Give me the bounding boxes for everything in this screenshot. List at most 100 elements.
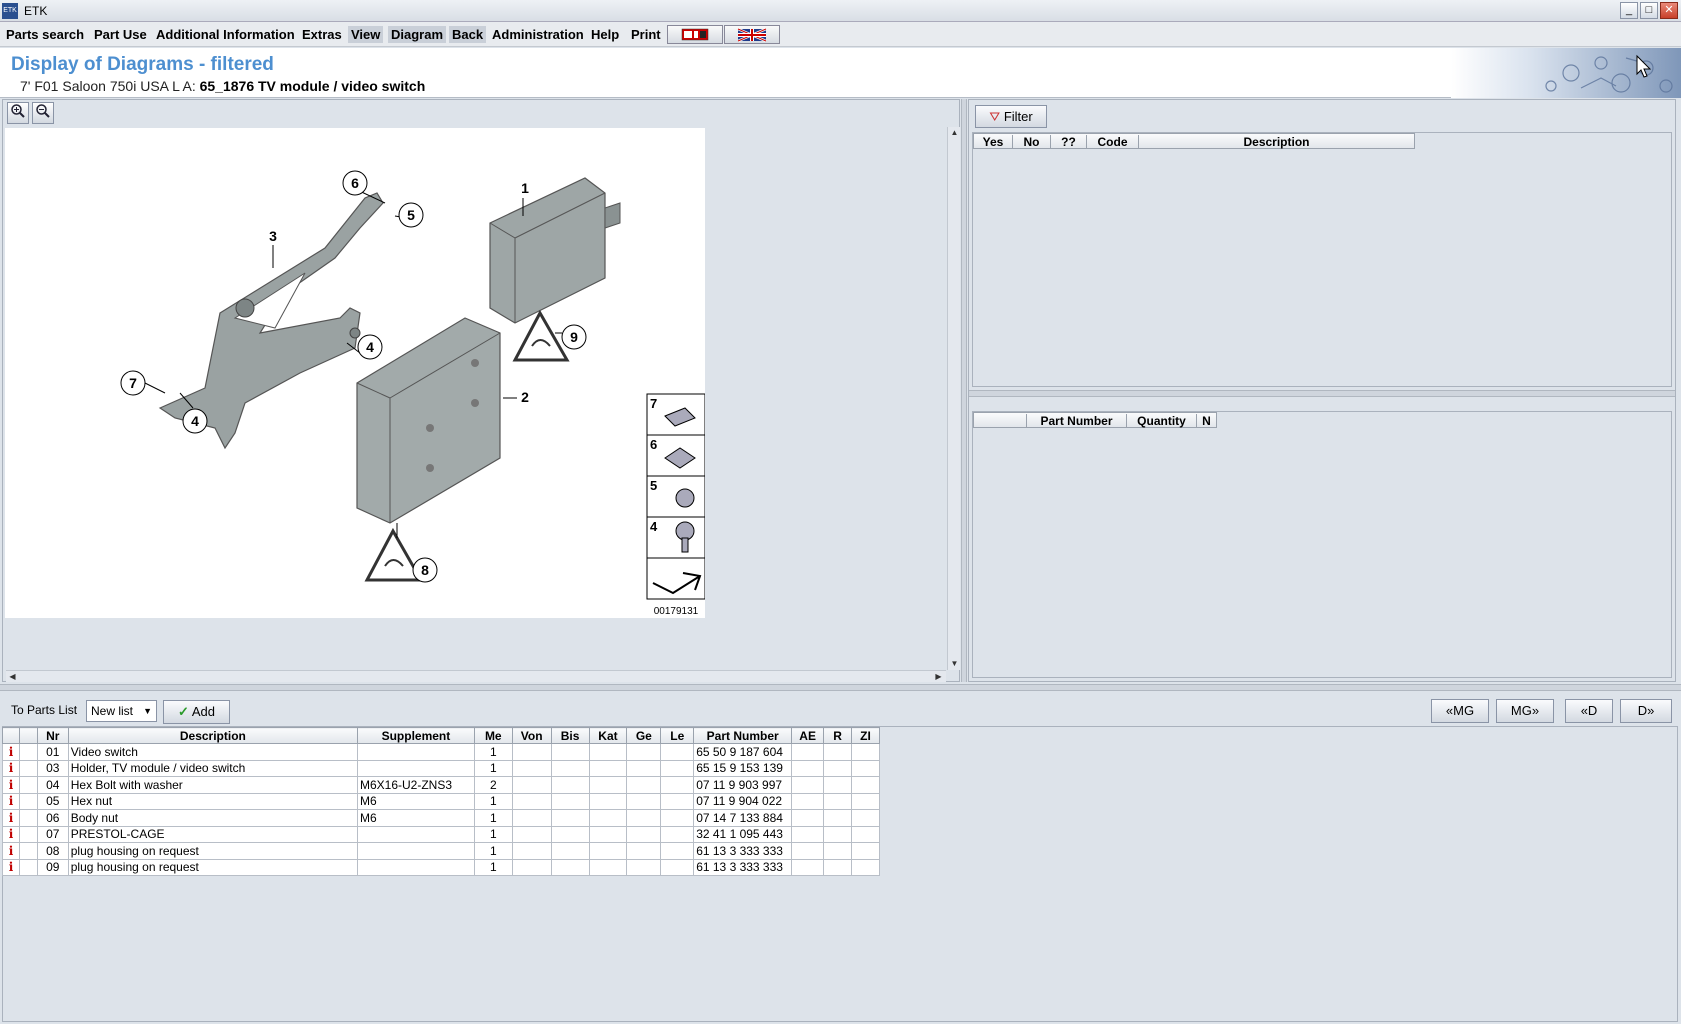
table-row[interactable]: i 01 Video switch 1 65 50 9 187 604 bbox=[2, 743, 881, 761]
ge-cell bbox=[626, 858, 662, 876]
diagram-vertical-scrollbar[interactable]: ▲ ▼ bbox=[947, 127, 960, 670]
col-code[interactable]: Code bbox=[1086, 135, 1138, 149]
minimize-button[interactable]: _ bbox=[1620, 2, 1638, 19]
info-icon[interactable]: i bbox=[2, 743, 20, 761]
col-me[interactable]: Me bbox=[473, 727, 513, 744]
vertical-splitter[interactable] bbox=[961, 99, 967, 682]
col-le[interactable]: Le bbox=[660, 727, 695, 744]
ae-cell bbox=[791, 809, 825, 827]
zoom-in-icon bbox=[11, 104, 25, 118]
col-zi[interactable]: ZI bbox=[850, 727, 881, 744]
callout-5: 5 bbox=[407, 207, 415, 223]
menu-back[interactable]: Back bbox=[449, 26, 487, 43]
menu-part-use[interactable]: Part Use bbox=[91, 26, 150, 43]
col-r[interactable]: R bbox=[823, 727, 852, 744]
row-select-cell[interactable] bbox=[18, 759, 38, 777]
info-icon[interactable]: i bbox=[2, 759, 20, 777]
next-main-group-button[interactable]: MG» bbox=[1496, 699, 1554, 723]
zi-cell bbox=[850, 842, 881, 860]
col-unknown[interactable]: ?? bbox=[1050, 135, 1086, 149]
table-row[interactable]: i 04 Hex Bolt with washer M6X16-U2-ZNS3 2 07 … bbox=[2, 776, 881, 794]
table-row[interactable]: i 07 PRESTOL-CAGE 1 32 41 1 095 443 bbox=[2, 825, 881, 843]
prev-main-group-button[interactable]: «MG bbox=[1431, 699, 1489, 723]
parts-diagram[interactable]: 1 2 3 4 4 5 6 7 8 9 7 6 5 4 00179131 bbox=[5, 128, 706, 618]
sel-col-quantity[interactable]: Quantity bbox=[1126, 414, 1196, 428]
menu-print[interactable]: Print bbox=[628, 26, 664, 43]
menu-help[interactable]: Help bbox=[588, 26, 622, 43]
horizontal-splitter-right[interactable] bbox=[969, 390, 1675, 397]
nr-cell: 06 bbox=[36, 809, 69, 827]
row-select-cell[interactable] bbox=[18, 809, 38, 827]
row-select-cell[interactable] bbox=[18, 842, 38, 860]
me-cell: 1 bbox=[473, 759, 513, 777]
diagram-horizontal-scrollbar[interactable]: ◀ ▶ bbox=[6, 670, 946, 682]
col-von[interactable]: Von bbox=[511, 727, 552, 744]
main-horizontal-splitter[interactable] bbox=[0, 684, 1681, 691]
row-select-cell[interactable] bbox=[18, 825, 38, 843]
next-diagram-button[interactable]: D» bbox=[1620, 699, 1672, 723]
bis-cell bbox=[550, 759, 590, 777]
zi-cell bbox=[850, 759, 881, 777]
col-yes[interactable]: Yes bbox=[974, 135, 1012, 149]
menu-parts-search[interactable]: Parts search bbox=[3, 26, 87, 43]
scroll-right-icon[interactable]: ▶ bbox=[932, 671, 945, 683]
sel-col-part-number[interactable]: Part Number bbox=[1026, 414, 1126, 428]
row-select-cell[interactable] bbox=[18, 743, 38, 761]
close-button[interactable]: ✕ bbox=[1660, 2, 1678, 19]
filter-button[interactable]: ⛛ Filter bbox=[975, 105, 1047, 128]
menu-administration[interactable]: Administration bbox=[489, 26, 587, 43]
von-cell bbox=[511, 743, 552, 761]
info-icon[interactable]: i bbox=[2, 809, 20, 827]
page-title: Display of Diagrams - filtered bbox=[11, 54, 274, 75]
col-nr[interactable]: Nr bbox=[36, 727, 69, 744]
region-flag-button[interactable] bbox=[667, 25, 723, 44]
zi-cell bbox=[850, 825, 881, 843]
menu-diagram[interactable]: Diagram bbox=[388, 26, 447, 43]
bis-cell bbox=[550, 776, 590, 794]
scroll-down-icon[interactable]: ▼ bbox=[948, 658, 961, 670]
info-icon[interactable]: i bbox=[2, 858, 20, 876]
col-kat[interactable]: Kat bbox=[588, 727, 628, 744]
sel-col-n[interactable]: N bbox=[1196, 414, 1216, 428]
zoom-in-button[interactable] bbox=[7, 102, 29, 124]
table-row[interactable]: i 08 plug housing on request 1 61 13 3 333 3… bbox=[2, 842, 881, 860]
scroll-left-icon[interactable]: ◀ bbox=[6, 671, 19, 683]
le-cell bbox=[660, 743, 695, 761]
scroll-up-icon[interactable]: ▲ bbox=[948, 127, 961, 139]
info-icon[interactable]: i bbox=[2, 776, 20, 794]
table-row[interactable]: i 09 plug housing on request 1 61 13 3 333 3… bbox=[2, 858, 881, 876]
row-select-cell[interactable] bbox=[18, 858, 38, 876]
col-icon-b[interactable] bbox=[18, 727, 38, 744]
zoom-out-button[interactable] bbox=[32, 102, 54, 124]
row-select-cell[interactable] bbox=[18, 776, 38, 794]
maximize-button[interactable]: □ bbox=[1640, 2, 1658, 19]
table-row[interactable]: i 05 Hex nut M6 1 07 11 9 904 022 bbox=[2, 792, 881, 810]
col-description[interactable]: Description bbox=[67, 727, 358, 744]
col-description[interactable]: Description bbox=[1138, 135, 1414, 149]
col-bis[interactable]: Bis bbox=[550, 727, 590, 744]
language-flag-button[interactable] bbox=[724, 25, 780, 44]
info-icon[interactable]: i bbox=[2, 825, 20, 843]
info-icon[interactable]: i bbox=[2, 792, 20, 810]
table-row[interactable]: i 03 Holder, TV module / video switch 1 65 1… bbox=[2, 759, 881, 777]
description-cell: Holder, TV module / video switch bbox=[67, 759, 358, 777]
ge-cell bbox=[626, 776, 662, 794]
zi-cell bbox=[850, 858, 881, 876]
menu-extras[interactable]: Extras bbox=[299, 26, 345, 43]
menu-additional-information[interactable]: Additional Information bbox=[153, 26, 298, 43]
add-button[interactable]: ✓ Add bbox=[163, 700, 230, 724]
table-row[interactable]: i 06 Body nut M6 1 07 14 7 133 884 bbox=[2, 809, 881, 827]
row-select-cell[interactable] bbox=[18, 792, 38, 810]
prev-diagram-button[interactable]: «D bbox=[1565, 699, 1613, 723]
col-icon-a[interactable] bbox=[2, 727, 20, 744]
menu-view[interactable]: View bbox=[348, 26, 384, 43]
col-supplement[interactable]: Supplement bbox=[356, 727, 475, 744]
uk-flag-icon bbox=[737, 27, 767, 43]
part-number-cell: 07 11 9 904 022 bbox=[693, 792, 793, 810]
col-part-number[interactable]: Part Number bbox=[693, 727, 793, 744]
info-icon[interactable]: i bbox=[2, 842, 20, 860]
col-ge[interactable]: Ge bbox=[626, 727, 662, 744]
col-ae[interactable]: AE bbox=[791, 727, 825, 744]
parts-list-select[interactable]: New list ▼ bbox=[86, 700, 157, 722]
col-no[interactable]: No bbox=[1012, 135, 1050, 149]
